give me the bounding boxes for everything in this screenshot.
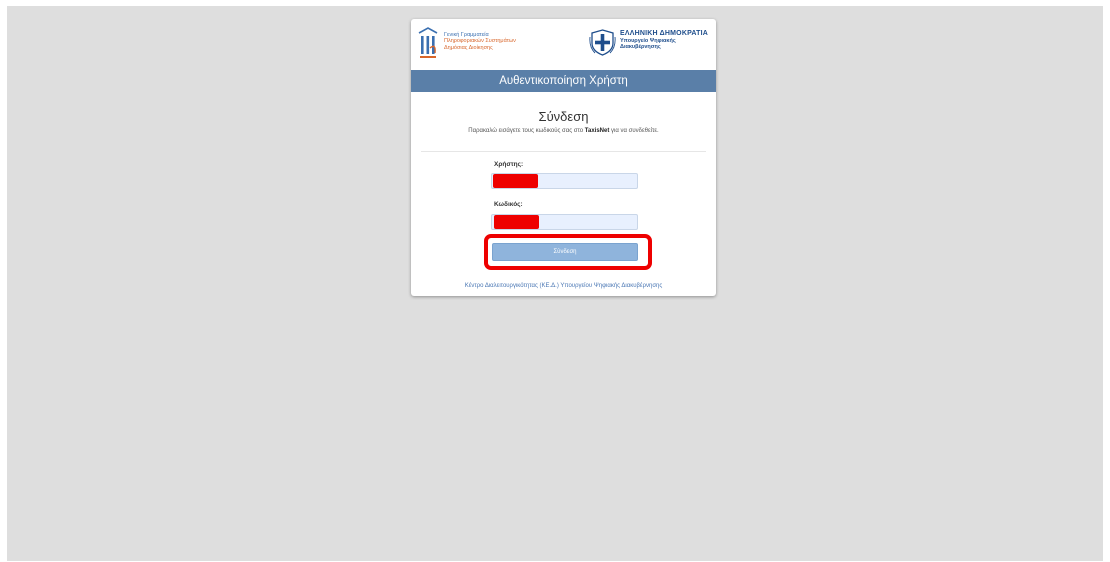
republic-title: ΕΛΛΗΝΙΚΗ ΔΗΜΟΚΡΑΤΙΑ [620,30,708,37]
password-redaction [494,215,539,229]
login-title: Σύνδεση [538,109,589,124]
submit-highlight-annotation [484,234,652,270]
username-label: Χρήστης: [494,161,524,168]
taxisnet-brand: TaxisNet [584,128,610,134]
ked-footer-link[interactable]: Κέντρο Διαλειτουργικότητας (ΚΕ.Δ.) Υπουρ… [411,283,716,289]
gsis-line-2: Πληροφοριακών Συστημάτων [444,38,516,45]
instructions-text-end: για να συνδεθείτε. [609,128,659,134]
gsis-line-3: Δημόσιας Διοίκησης [444,44,493,51]
ministry-line-2: Διακυβέρνησης [620,44,661,51]
username-redaction [493,174,538,188]
instructions-text: Παρακαλώ εισάγετε τους κωδικούς σας στο [468,128,585,134]
password-label: Κωδικός: [494,201,523,208]
greek-emblem-icon [589,29,616,56]
hellenic-republic-logo: ΕΛΛΗΝΙΚΗ ΔΗΜΟΚΡΑΤΙΑ Υπουργείο Ψηφιακής Δ… [589,26,715,62]
gsis-logo-icon [418,27,438,58]
gsis-logo-text: Γενική Γραμματεία Πληροφοριακών Συστημάτ… [444,32,516,51]
page-header-bar: Αυθεντικοποίηση Χρήστη [411,70,716,92]
hellenic-republic-text: ΕΛΛΗΝΙΚΗ ΔΗΜΟΚΡΑΤΙΑ Υπουργείο Ψηφιακής Δ… [620,30,708,50]
logo-header: Γενική Γραμματεία Πληροφοριακών Συστημάτ… [411,19,716,70]
login-instructions: Παρακαλώ εισάγετε τους κωδικούς σας στο … [411,128,716,134]
gsis-logo: Γενική Γραμματεία Πληροφοριακών Συστημάτ… [416,27,556,63]
divider [421,151,706,152]
